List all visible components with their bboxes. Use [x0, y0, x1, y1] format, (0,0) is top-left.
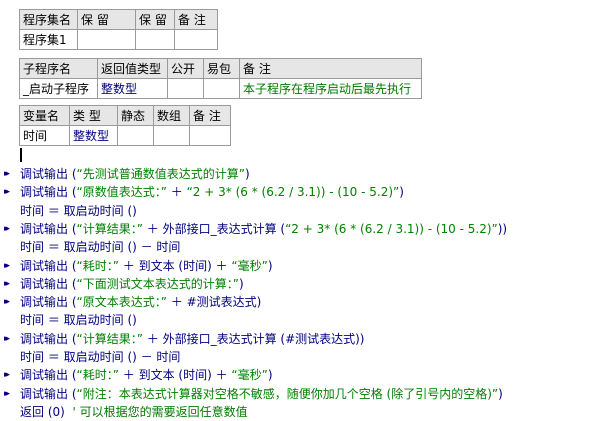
variable-row[interactable]: 时间 整数型: [19, 125, 231, 146]
subroutine-header-name: 子程序名: [19, 58, 98, 79]
assembly-reserved-2-cell[interactable]: [135, 29, 175, 50]
variable-static-cell[interactable]: [117, 125, 154, 146]
variable-header-row: 变量名 类 型 静态 数组 备 注: [19, 105, 231, 126]
code-line-text[interactable]: 时间 ＝ 取启动时间 () － 时间: [20, 238, 180, 256]
assembly-remark-cell[interactable]: [174, 29, 218, 50]
code-line-text[interactable]: 调试输出 (“附注：本表达式计算器对空格不敏感，随便你加几个空格 (除了引号内的…: [20, 385, 503, 403]
code-line-text[interactable]: 调试输出 (“计算结果：” ＋ 外部接口_表达式计算 (#测试表达式)): [20, 330, 364, 348]
variable-type-cell[interactable]: 整数型: [69, 125, 118, 146]
assembly-reserved-1-cell[interactable]: [77, 29, 136, 50]
subroutine-easy-package-cell[interactable]: [203, 78, 240, 99]
subroutine-header-easy-package: 易包: [203, 58, 240, 79]
code-line-text[interactable]: 时间 ＝ 取启动时间 (): [20, 202, 137, 220]
assembly-header-reserved-1: 保 留: [77, 9, 136, 30]
double-chevron-right-icon: ▸▸: [4, 187, 10, 198]
subroutine-public-cell[interactable]: [167, 78, 204, 99]
double-chevron-right-icon: ▸▸: [4, 297, 10, 308]
variable-header-remark: 备 注: [189, 105, 231, 126]
variable-table: 变量名 类 型 静态 数组 备 注 时间 整数型: [19, 105, 231, 146]
subroutine-header-return-type: 返回值类型: [97, 58, 168, 79]
code-line-text[interactable]: 调试输出 (“下面测试文本表达式的计算：”): [20, 275, 244, 293]
code-line-text[interactable]: 返回 (0) ' 可以根据您的需要返回任意数值: [20, 403, 248, 421]
assembly-table: 程序集名 保 留 保 留 备 注 程序集1: [19, 9, 218, 50]
variable-header-type: 类 型: [69, 105, 118, 126]
code-line-text[interactable]: 调试输出 (“原数值表达式：” ＋ “2 + 3* (6 * (6.2 / 3.…: [20, 183, 404, 201]
variable-header-array: 数组: [153, 105, 190, 126]
double-chevron-right-icon: ▸▸: [4, 370, 10, 381]
subroutine-header-public: 公开: [167, 58, 204, 79]
subroutine-header-remark: 备 注: [239, 58, 422, 79]
text-caret: [20, 148, 22, 162]
code-line-text[interactable]: 调试输出 (“耗时：” ＋ 到文本 (时间) ＋ “毫秒”): [20, 257, 273, 275]
variable-header-name: 变量名: [19, 105, 70, 126]
double-chevron-right-icon: ▸▸: [4, 223, 10, 234]
subroutine-header-row: 子程序名 返回值类型 公开 易包 备 注: [19, 58, 422, 79]
assembly-row[interactable]: 程序集1: [19, 29, 218, 50]
subroutine-return-type-cell[interactable]: 整数型: [97, 78, 168, 99]
double-chevron-right-icon: ▸▸: [4, 278, 10, 289]
variable-header-static: 静态: [117, 105, 154, 126]
double-chevron-right-icon: ▸▸: [4, 169, 10, 179]
assembly-name-cell[interactable]: 程序集1: [19, 29, 78, 50]
variable-array-cell[interactable]: [153, 125, 190, 146]
double-chevron-right-icon: ▸▸: [4, 260, 10, 271]
double-chevron-right-icon: ▸▸: [4, 333, 10, 344]
code-line-text[interactable]: 调试输出 (“耗时：” ＋ 到文本 (时间) ＋ “毫秒”): [20, 366, 273, 384]
code-line-text[interactable]: 调试输出 (“原文本表达式：” ＋ #测试表达式): [20, 293, 261, 311]
code-line-text[interactable]: 调试输出 (“先测试普通数值表达式的计算”): [20, 165, 250, 183]
code-line-text[interactable]: 时间 ＝ 取启动时间 () － 时间: [20, 348, 180, 366]
assembly-header-row: 程序集名 保 留 保 留 备 注: [19, 9, 218, 30]
subroutine-name-cell[interactable]: _启动子程序: [19, 78, 98, 99]
code-line-text[interactable]: 时间 ＝ 取启动时间 (): [20, 311, 137, 329]
variable-remark-cell[interactable]: [189, 125, 231, 146]
subroutine-remark-cell[interactable]: 本子程序在程序启动后最先执行: [239, 78, 422, 99]
code-line-text[interactable]: 调试输出 (“计算结果：” ＋ 外部接口_表达式计算 (“2 + 3* (6 *…: [20, 220, 507, 238]
variable-name-cell[interactable]: 时间: [19, 125, 70, 146]
assembly-header-reserved-2: 保 留: [135, 9, 175, 30]
assembly-header-name: 程序集名: [19, 9, 78, 30]
subroutine-row[interactable]: _启动子程序 整数型 本子程序在程序启动后最先执行: [19, 78, 422, 99]
subroutine-table: 子程序名 返回值类型 公开 易包 备 注 _启动子程序 整数型 本子程序在程序启…: [19, 58, 422, 99]
assembly-header-remark: 备 注: [174, 9, 218, 30]
double-chevron-right-icon: ▸▸: [4, 388, 10, 399]
